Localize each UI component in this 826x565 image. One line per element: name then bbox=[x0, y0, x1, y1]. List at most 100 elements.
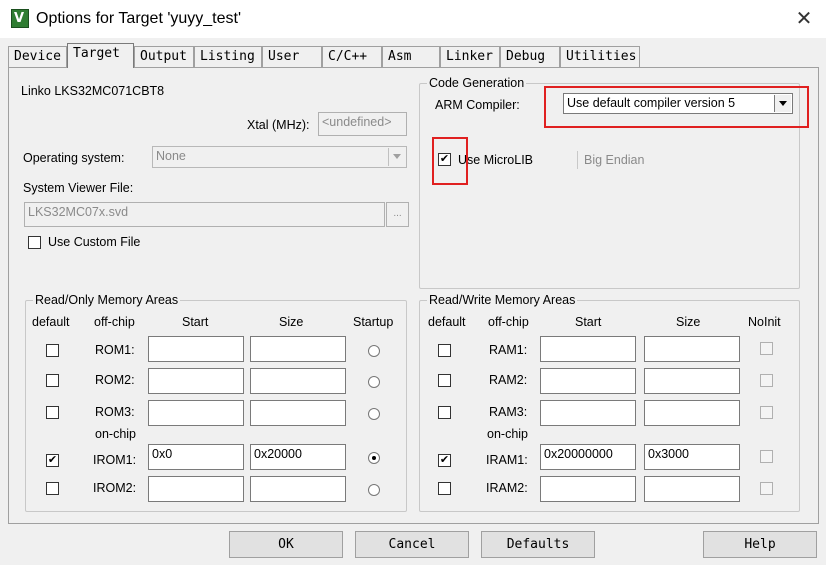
rw-header-start: Start bbox=[575, 315, 602, 329]
ram1-start-input[interactable] bbox=[540, 336, 636, 362]
ram1-noinit-checkbox[interactable] bbox=[760, 342, 773, 355]
chevron-down-icon bbox=[388, 148, 405, 166]
ram2-start-input[interactable] bbox=[540, 368, 636, 394]
ram3-size-input[interactable] bbox=[644, 400, 740, 426]
tab-asm[interactable]: Asm bbox=[382, 46, 440, 67]
iram2-start-input[interactable] bbox=[540, 476, 636, 502]
rom3-start-input[interactable] bbox=[148, 400, 244, 426]
xtal-label: Xtal (MHz): bbox=[247, 118, 310, 132]
iram1-size-input[interactable]: 0x3000 bbox=[644, 444, 740, 470]
help-button[interactable]: Help bbox=[703, 531, 817, 558]
ro-onchip-label: on-chip bbox=[95, 427, 136, 441]
os-select-value: None bbox=[156, 149, 186, 163]
iram2-label: IRAM2: bbox=[486, 481, 528, 495]
irom2-size-input[interactable] bbox=[250, 476, 346, 502]
ram1-default-checkbox[interactable] bbox=[438, 344, 451, 357]
tab-utilities[interactable]: Utilities bbox=[560, 46, 640, 67]
xtal-input[interactable]: <undefined> bbox=[318, 112, 407, 136]
rom3-size-input[interactable] bbox=[250, 400, 346, 426]
os-select[interactable]: None bbox=[152, 146, 407, 168]
ro-header-default: default bbox=[32, 315, 70, 329]
iram2-size-input[interactable] bbox=[644, 476, 740, 502]
device-name: Linko LKS32MC071CBT8 bbox=[21, 84, 165, 98]
ram3-noinit-checkbox[interactable] bbox=[760, 406, 773, 419]
divider bbox=[577, 151, 578, 169]
ram2-size-input[interactable] bbox=[644, 368, 740, 394]
rw-memory-legend: Read/Write Memory Areas bbox=[427, 293, 578, 307]
use-custom-file-checkbox[interactable] bbox=[28, 236, 41, 249]
irom2-default-checkbox[interactable] bbox=[46, 482, 59, 495]
close-icon[interactable]: ✕ bbox=[792, 7, 816, 31]
tab-device[interactable]: Device bbox=[8, 46, 67, 67]
rw-header-offchip: off-chip bbox=[488, 315, 529, 329]
rom2-startup-radio[interactable] bbox=[368, 376, 380, 388]
cancel-button[interactable]: Cancel bbox=[355, 531, 469, 558]
rom2-default-checkbox[interactable] bbox=[46, 374, 59, 387]
ro-header-startup: Startup bbox=[353, 315, 394, 329]
rom3-startup-radio[interactable] bbox=[368, 408, 380, 420]
rw-header-size: Size bbox=[676, 315, 701, 329]
svd-browse-button[interactable]: ... bbox=[386, 202, 409, 227]
keil-app-icon: V bbox=[11, 9, 29, 28]
rom2-start-input[interactable] bbox=[148, 368, 244, 394]
iram2-default-checkbox[interactable] bbox=[438, 482, 451, 495]
irom2-label: IROM2: bbox=[93, 481, 137, 495]
rom3-label: ROM3: bbox=[95, 405, 135, 419]
ram2-label: RAM2: bbox=[489, 373, 528, 387]
arm-compiler-label: ARM Compiler: bbox=[435, 98, 520, 112]
ro-header-size: Size bbox=[279, 315, 304, 329]
use-microlib-label: Use MicroLIB bbox=[458, 153, 534, 167]
tab-listing[interactable]: Listing bbox=[194, 46, 262, 67]
tab-cc[interactable]: C/C++ bbox=[322, 46, 382, 67]
rom1-label: ROM1: bbox=[95, 343, 135, 357]
rom1-size-input[interactable] bbox=[250, 336, 346, 362]
ro-memory-legend: Read/Only Memory Areas bbox=[33, 293, 181, 307]
ram2-default-checkbox[interactable] bbox=[438, 374, 451, 387]
big-endian-label[interactable]: Big Endian bbox=[584, 153, 644, 167]
iram1-noinit-checkbox[interactable] bbox=[760, 450, 773, 463]
irom1-default-checkbox[interactable]: ✔ bbox=[46, 454, 59, 467]
tab-linker[interactable]: Linker bbox=[440, 46, 500, 67]
iram2-noinit-checkbox[interactable] bbox=[760, 482, 773, 495]
microlib-highlight-box bbox=[432, 137, 468, 185]
irom1-size-input[interactable]: 0x20000 bbox=[250, 444, 346, 470]
compiler-highlight-box bbox=[544, 86, 809, 128]
irom2-startup-radio[interactable] bbox=[368, 484, 380, 496]
svd-label: System Viewer File: bbox=[23, 181, 134, 195]
rw-onchip-label: on-chip bbox=[487, 427, 528, 441]
iram1-start-input[interactable]: 0x20000000 bbox=[540, 444, 636, 470]
ram1-size-input[interactable] bbox=[644, 336, 740, 362]
ok-button[interactable]: OK bbox=[229, 531, 343, 558]
window-title: Options for Target 'yuyy_test' bbox=[36, 10, 242, 27]
defaults-button[interactable]: Defaults bbox=[481, 531, 595, 558]
rom1-startup-radio[interactable] bbox=[368, 345, 380, 357]
rom1-start-input[interactable] bbox=[148, 336, 244, 362]
ram1-label: RAM1: bbox=[489, 343, 528, 357]
os-label: Operating system: bbox=[23, 151, 125, 165]
ram3-label: RAM3: bbox=[489, 405, 528, 419]
ro-header-offchip: off-chip bbox=[94, 315, 135, 329]
tab-output[interactable]: Output bbox=[134, 46, 194, 67]
ro-header-start: Start bbox=[182, 315, 209, 329]
rom2-label: ROM2: bbox=[95, 373, 135, 387]
rom2-size-input[interactable] bbox=[250, 368, 346, 394]
svd-input[interactable]: LKS32MC07x.svd bbox=[24, 202, 385, 227]
irom1-start-input[interactable]: 0x0 bbox=[148, 444, 244, 470]
iram1-label: IRAM1: bbox=[486, 453, 528, 467]
rw-header-default: default bbox=[428, 315, 466, 329]
tab-user[interactable]: User bbox=[262, 46, 322, 67]
use-custom-file-label: Use Custom File bbox=[48, 235, 141, 249]
irom1-startup-radio[interactable] bbox=[368, 452, 380, 464]
iram1-default-checkbox[interactable]: ✔ bbox=[438, 454, 451, 467]
rom1-default-checkbox[interactable] bbox=[46, 344, 59, 357]
tab-debug[interactable]: Debug bbox=[500, 46, 560, 67]
irom1-label: IROM1: bbox=[93, 453, 137, 467]
ram3-start-input[interactable] bbox=[540, 400, 636, 426]
ram2-noinit-checkbox[interactable] bbox=[760, 374, 773, 387]
rw-header-noinit: NoInit bbox=[748, 315, 781, 329]
rom3-default-checkbox[interactable] bbox=[46, 406, 59, 419]
ram3-default-checkbox[interactable] bbox=[438, 406, 451, 419]
tab-target[interactable]: Target bbox=[67, 43, 134, 68]
irom2-start-input[interactable] bbox=[148, 476, 244, 502]
code-generation-legend: Code Generation bbox=[427, 76, 527, 90]
